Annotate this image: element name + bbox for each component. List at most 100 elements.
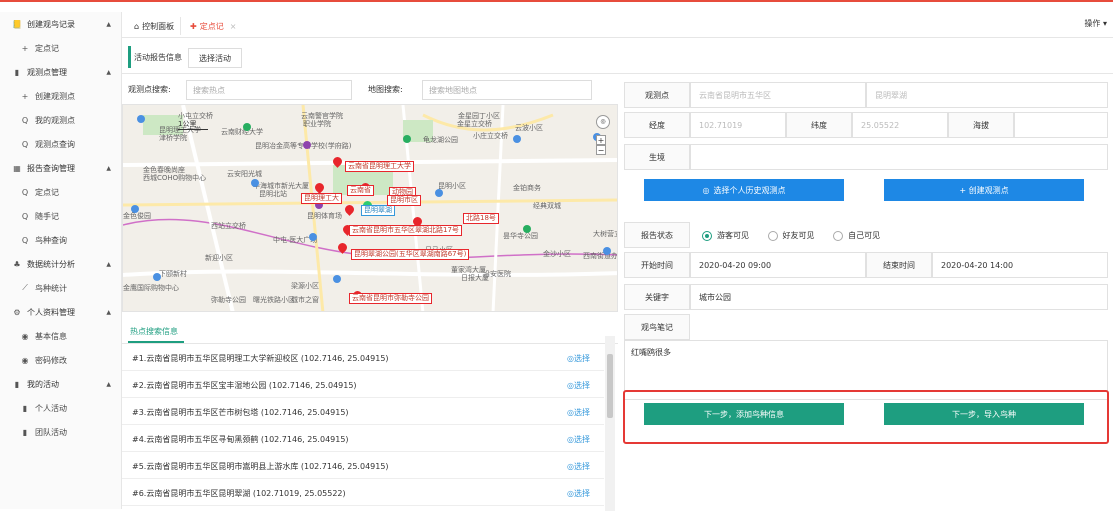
hot-row[interactable]: #6.云南省昆明市五华区昆明翠湖 (102.71019, 25.05522) ◎选… [122,479,604,506]
map-poi-icon[interactable] [251,179,259,187]
sidebar-icon: ◉ [21,331,29,341]
radio-self[interactable]: 自己可见 [833,230,880,241]
end-input[interactable]: 2020-04-20 14:00 [932,252,1108,278]
map-poi-icon[interactable] [309,233,317,241]
map-pin-label[interactable]: 云南省昆明市五华区翠湖北路17号 [349,225,462,236]
sidebar-item[interactable]: ▮ 团队活动 [0,420,121,444]
map-poi-icon[interactable] [513,135,521,143]
caret-up-icon: ▲ [106,308,111,316]
sidebar-item-label: 报告查询管理 [27,163,75,173]
sidebar-item[interactable]: ◉ 基本信息 [0,324,121,348]
map-place-label: 云安阳光城 [227,170,262,178]
map-pin-label[interactable]: 昆明理工大 [301,193,342,204]
tab-fixed-point[interactable]: ✚ 定点记 × [184,17,242,35]
sidebar-item[interactable]: ▮ 个人活动 [0,396,121,420]
map-place-label: 金色俊园 [123,212,151,220]
create-point-button[interactable]: + 创建观测点 [884,179,1084,201]
map-pin-label[interactable]: 昆明翠湖公园(五华区翠湖南路67号) [351,249,470,260]
hot-row[interactable]: #4.云南省昆明市五华区寻甸黑颈鹤 (102.7146, 25.04915) ◎选… [122,425,604,452]
hot-row[interactable]: #3.云南省昆明市五华区芒市树包塔 (102.7146, 25.04915) ◎选… [122,398,604,425]
next-add-species-button[interactable]: 下一步，添加鸟种信息 [644,403,844,425]
map-poi-icon[interactable] [303,141,311,149]
radio-friends[interactable]: 好友可见 [767,230,815,241]
radio-checked-icon [702,230,712,241]
map-poi-icon[interactable] [137,115,145,123]
sidebar-item[interactable]: ▦ 报告查询管理 ▲ [0,156,121,180]
map-poi-icon[interactable] [153,273,161,281]
sidebar-item[interactable]: Q 我的观测点 [0,108,121,132]
sidebar-item[interactable]: Q 观测点查询 [0,132,121,156]
map-poi-icon[interactable] [243,123,251,131]
zoom-in-button[interactable]: + [596,135,606,145]
map-zoom-control[interactable]: ◎ + − [596,115,610,165]
map-poi-icon[interactable] [603,247,611,255]
sidebar-item-label: 基本信息 [35,331,67,341]
scrollbar-thumb[interactable] [607,354,613,418]
map-pin-label[interactable]: 云南省昆明市弥勒寺公园 [349,293,432,304]
map-poi-icon[interactable] [333,275,341,283]
map-pin-label[interactable]: 北路18号 [463,213,499,224]
point-label: 观测点 [624,82,690,108]
map-pin-label[interactable]: 云南省昆明理工大学 [345,161,414,172]
select-link[interactable]: ◎选择 [567,407,590,418]
map-poi-icon[interactable] [435,189,443,197]
close-icon[interactable]: × [230,22,237,31]
hot-row[interactable]: #1.云南省昆明市五华区昆明理工大学新迎校区 (102.7146, 25.049… [122,344,604,371]
select-link[interactable]: ◎选择 [567,353,590,364]
sidebar-item[interactable]: + 定点记 [0,36,121,60]
sidebar-item[interactable]: ♣ 数据统计分析 ▲ [0,252,121,276]
point-search-input[interactable]: 搜索热点 [186,80,352,100]
alt-label: 海拔 [948,112,1014,138]
map-pin-label[interactable]: 昆明市区 [387,195,421,206]
map-place-label: 金沙小区 [543,250,571,258]
point-input-2[interactable]: 昆明翠湖 [866,82,1108,108]
select-link[interactable]: ◎选择 [567,434,590,445]
sidebar-item[interactable]: 📒 创建观鸟记录 ▲ [0,12,121,36]
sidebar-item-label: 数据统计分析 [27,259,75,269]
map-poi-icon[interactable] [131,205,139,213]
sidebar-item[interactable]: ▮ 我的活动 ▲ [0,372,121,396]
map-poi-icon[interactable] [523,225,531,233]
map-search-input[interactable]: 搜索地图地点 [422,80,592,100]
sidebar-icon: ⟋ [22,283,28,292]
sidebar-item[interactable]: ⚙ 个人资料管理 ▲ [0,300,121,324]
select-activity-button[interactable]: 选择活动 [188,48,242,68]
map-pin-label[interactable]: 昆明翠湖 [361,205,395,216]
start-input[interactable]: 2020-04-20 09:00 [690,252,866,278]
select-link[interactable]: ◎选择 [567,461,590,472]
sidebar-item-label: 定点记 [35,187,59,197]
hot-row[interactable]: #2.云南省昆明市五华区宝丰湿地公园 (102.7146, 25.04915) ◎… [122,371,604,398]
compass-icon[interactable]: ◎ [596,115,610,129]
radio-visitor[interactable]: 游客可见 [702,230,749,241]
lat-input[interactable]: 25.05522 [852,112,948,138]
select-history-point-button[interactable]: ◎ 选择个人历史观测点 [644,179,844,201]
zoom-out-button[interactable]: − [596,145,606,155]
select-link[interactable]: ◎选择 [567,488,590,499]
tab-control-panel[interactable]: ⌂ 控制面板 [128,17,182,35]
habitat-input[interactable] [690,144,1108,170]
hot-row[interactable]: #5.云南省昆明市五华区昆明市嵩明县上游水库 (102.7146, 25.049… [122,452,604,479]
sidebar-item[interactable]: Q 定点记 [0,180,121,204]
operations-menu[interactable]: 操作 ▾ [1084,18,1107,29]
sidebar-item[interactable]: + 创建观测点 [0,84,121,108]
scrollbar[interactable] [605,336,615,511]
sidebar-item[interactable]: Q 随手记 [0,204,121,228]
map-place-label: 昆明北站 [259,190,287,198]
keyword-input[interactable]: 城市公园 [690,284,1108,310]
sidebar-item[interactable]: ▮ 观测点管理 ▲ [0,60,121,84]
sidebar-item[interactable]: ⟋ 鸟种统计 [0,276,121,300]
map-poi-icon[interactable] [403,135,411,143]
select-link[interactable]: ◎选择 [567,380,590,391]
map-place-label: 大树营立交桥 [593,230,617,238]
next-import-species-button[interactable]: 下一步，导入鸟种 [884,403,1084,425]
point-input[interactable]: 云南省昆明市五华区 [690,82,866,108]
search-row: 观测点搜索: 搜索热点 地图搜索: 搜索地图地点 [122,78,618,100]
sidebar-icon: ▦ [13,163,21,173]
sidebar-item[interactable]: Q 鸟种查询 [0,228,121,252]
map-view[interactable]: 小屯立交桥 昆明理工大学 津桥学院 云南财经大学 云南警官学院 职业学院 金星园丁小区 金星立… [122,104,618,312]
map-pin-label[interactable]: 云南省 [347,185,374,196]
sidebar-item[interactable]: ◉ 密码修改 [0,348,121,372]
alt-input[interactable] [1014,112,1108,138]
plus-icon: ✚ [190,21,197,31]
lng-input[interactable]: 102.71019 [690,112,786,138]
